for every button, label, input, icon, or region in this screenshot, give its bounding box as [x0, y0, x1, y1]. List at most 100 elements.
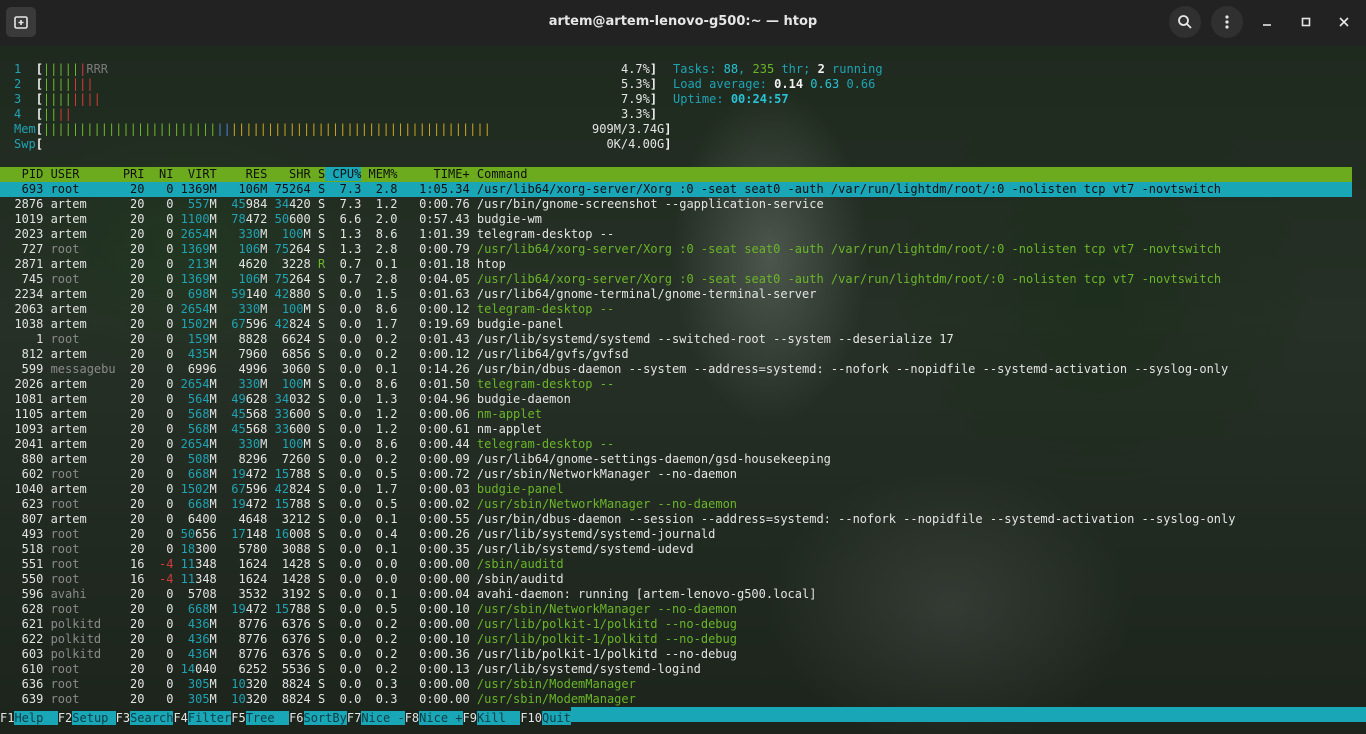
process-row[interactable]: 551 root 16 -4 11348 1624 1428 S 0.0 0.0…: [0, 557, 564, 572]
fkey-f1[interactable]: F1Help: [0, 711, 58, 725]
cell-mem: 1.7: [361, 317, 398, 331]
cell-state: S: [310, 317, 326, 331]
process-row[interactable]: 1093 artem 20 0 568M 45568 33600 S 0.0 1…: [0, 422, 542, 437]
process-row[interactable]: 596 avahi 20 0 5708 3532 3192 S 0.0 0.1 …: [0, 587, 817, 602]
process-row[interactable]: 2871 artem 20 0 213M 4620 3228 R 0.7 0.1…: [0, 257, 505, 272]
minimize-button[interactable]: [1257, 12, 1277, 32]
fkey-f3[interactable]: F3Search: [116, 711, 174, 725]
process-row[interactable]: 1105 artem 20 0 568M 45568 33600 S 0.0 1…: [0, 407, 542, 422]
cell-user: artem: [43, 452, 116, 466]
process-row[interactable]: 622 polkitd 20 0 436M 8776 6376 S 0.0 0.…: [0, 632, 737, 647]
search-button[interactable]: [1169, 6, 1201, 38]
minimize-icon: [1263, 24, 1271, 26]
process-row[interactable]: 2041 artem 20 0 2654M 330M 100M S 0.0 8.…: [0, 437, 614, 452]
process-row[interactable]: 880 artem 20 0 508M 8296 7260 S 0.0 0.2 …: [0, 452, 831, 467]
process-row[interactable]: 2876 artem 20 0 557M 45984 34420 S 7.3 1…: [0, 197, 823, 212]
process-row[interactable]: 2234 artem 20 0 698M 59140 42880 S 0.0 1…: [0, 287, 816, 302]
column-header-pri[interactable]: PRI: [116, 167, 145, 181]
cell-state: S: [310, 392, 326, 406]
cell-pid: 1093: [0, 422, 44, 436]
fkey-f8[interactable]: F8Nice +: [405, 711, 463, 725]
fkey-f7[interactable]: F7Nice -: [347, 711, 405, 725]
fkey-number: F4: [173, 711, 188, 725]
process-row[interactable]: 812 artem 20 0 435M 7960 6856 S 0.0 0.2 …: [0, 347, 629, 362]
cell-user: root: [43, 602, 116, 616]
cell-pri: 20: [115, 182, 145, 196]
process-row[interactable]: 639 root 20 0 305M 10320 8824 S 0.0 0.3 …: [0, 692, 636, 707]
cell-pid: 2063: [0, 302, 44, 316]
process-row[interactable]: 602 root 20 0 668M 19472 15788 S 0.0 0.5…: [0, 467, 737, 482]
cell-state: S: [310, 692, 326, 706]
fkey-f6[interactable]: F6SortBy: [289, 711, 347, 725]
process-row[interactable]: 745 root 20 0 1369M 106M 75264 S 0.7 2.8…: [0, 272, 1221, 287]
column-header-time[interactable]: TIME+: [397, 167, 470, 181]
fkey-f4[interactable]: F4Filter: [173, 711, 232, 725]
process-row[interactable]: 807 artem 20 0 6400 4648 3212 S 0.0 0.1 …: [0, 512, 1236, 527]
process-row[interactable]: 2063 artem 20 0 2654M 330M 100M S 0.0 8.…: [0, 302, 614, 317]
cell-pri: 16: [115, 557, 145, 571]
fkey-label: SortBy: [303, 711, 347, 725]
table-header[interactable]: PID USER PRI NI VIRT RES SHR S CPU% MEM%…: [0, 167, 527, 182]
column-header-ni[interactable]: NI: [145, 167, 173, 181]
process-row[interactable]: 603 polkitd 20 0 436M 8776 6376 S 0.0 0.…: [0, 647, 737, 662]
cell-pri: 16: [115, 572, 145, 586]
close-button[interactable]: [1334, 12, 1354, 32]
column-header-res[interactable]: RES: [217, 167, 268, 181]
cell-shr: 100M: [267, 377, 311, 391]
process-row[interactable]: 610 root 20 0 14040 6252 5536 S 0.0 0.2 …: [0, 662, 701, 677]
process-row[interactable]: 518 root 20 0 18300 5780 3088 S 0.0 0.1 …: [0, 542, 694, 557]
fkey-f10[interactable]: F10Quit: [520, 711, 571, 725]
cell-virt: 6996: [173, 362, 217, 376]
cell-state: S: [310, 632, 326, 646]
column-header-state[interactable]: S: [311, 167, 325, 181]
fkey-number: F10: [520, 711, 542, 725]
cell-pid: 518: [0, 542, 44, 556]
column-header-pid[interactable]: PID: [0, 167, 44, 181]
fkey-f2[interactable]: F2Setup: [58, 711, 116, 725]
load-average-line: Load average: 0.14 0.63 0.66: [673, 77, 876, 91]
terminal-area[interactable]: 1 [||||||RRR 4.7%] 2 [||||||| 5.3%] 3 [|||…: [0, 46, 1366, 734]
fkey-f9[interactable]: F9Kill: [463, 711, 521, 725]
menu-button[interactable]: [1211, 6, 1243, 38]
column-header-mem[interactable]: MEM%: [361, 167, 398, 181]
cell-pid: 2023: [0, 227, 44, 241]
fkey-f5[interactable]: F5Tree: [231, 711, 290, 725]
process-row[interactable]: 1 root 20 0 159M 8828 6624 S 0.0 0.2 0:0…: [0, 332, 954, 347]
cell-mem: 2.0: [361, 212, 398, 226]
process-row[interactable]: 628 root 20 0 668M 19472 15788 S 0.0 0.5…: [0, 602, 737, 617]
process-row[interactable]: 2026 artem 20 0 2654M 330M 100M S 0.0 8.…: [0, 377, 614, 392]
column-header-user[interactable]: USER: [43, 167, 115, 181]
cell-user: artem: [43, 302, 116, 316]
process-row[interactable]: 623 root 20 0 668M 19472 15788 S 0.0 0.5…: [0, 497, 737, 512]
cell-mem: 0.1: [361, 362, 398, 376]
process-row[interactable]: 493 root 20 0 50656 17148 16008 S 0.0 0.…: [0, 527, 716, 542]
process-row[interactable]: 1081 artem 20 0 564M 49628 34032 S 0.0 1…: [0, 392, 570, 407]
cell-res: 330M: [216, 377, 268, 391]
column-header-shr[interactable]: SHR: [267, 167, 311, 181]
cell-pid: 812: [0, 347, 44, 361]
maximize-button[interactable]: [1296, 12, 1316, 32]
column-header-cpu[interactable]: CPU%: [325, 167, 362, 181]
cell-ni: 0: [144, 512, 174, 526]
process-row[interactable]: 727 root 20 0 1369M 106M 75264 S 1.3 2.8…: [0, 242, 1221, 257]
cell-virt: 557M: [173, 197, 217, 211]
cell-ni: 0: [144, 482, 174, 496]
cell-time: 0:04.96: [397, 392, 470, 406]
cell-state: S: [310, 647, 326, 661]
cell-res: 17148: [216, 527, 268, 541]
cell-virt: 436M: [173, 647, 217, 661]
process-row[interactable]: 693 root 20 0 1369M 106M 75264 S 7.3 2.8…: [0, 182, 1221, 197]
process-row[interactable]: 1038 artem 20 0 1502M 67596 42824 S 0.0 …: [0, 317, 563, 332]
process-row[interactable]: 599 messagebu 20 0 6996 4996 3060 S 0.0 …: [0, 362, 1229, 377]
process-row[interactable]: 550 root 16 -4 11348 1624 1428 S 0.0 0.0…: [0, 572, 564, 587]
column-header-command[interactable]: Command: [470, 167, 528, 181]
process-row[interactable]: 2023 artem 20 0 2654M 330M 100M S 1.3 8.…: [0, 227, 614, 242]
process-row[interactable]: 636 root 20 0 305M 10320 8824 S 0.0 0.3 …: [0, 677, 636, 692]
cell-pid: 880: [0, 452, 44, 466]
cpu-meter-bar: ||||: [42, 107, 72, 121]
process-row[interactable]: 1040 artem 20 0 1502M 67596 42824 S 0.0 …: [0, 482, 563, 497]
cell-ni: 0: [144, 197, 174, 211]
process-row[interactable]: 1019 artem 20 0 1100M 78472 50600 S 6.6 …: [0, 212, 542, 227]
process-row[interactable]: 621 polkitd 20 0 436M 8776 6376 S 0.0 0.…: [0, 617, 737, 632]
column-header-virt[interactable]: VIRT: [173, 167, 217, 181]
